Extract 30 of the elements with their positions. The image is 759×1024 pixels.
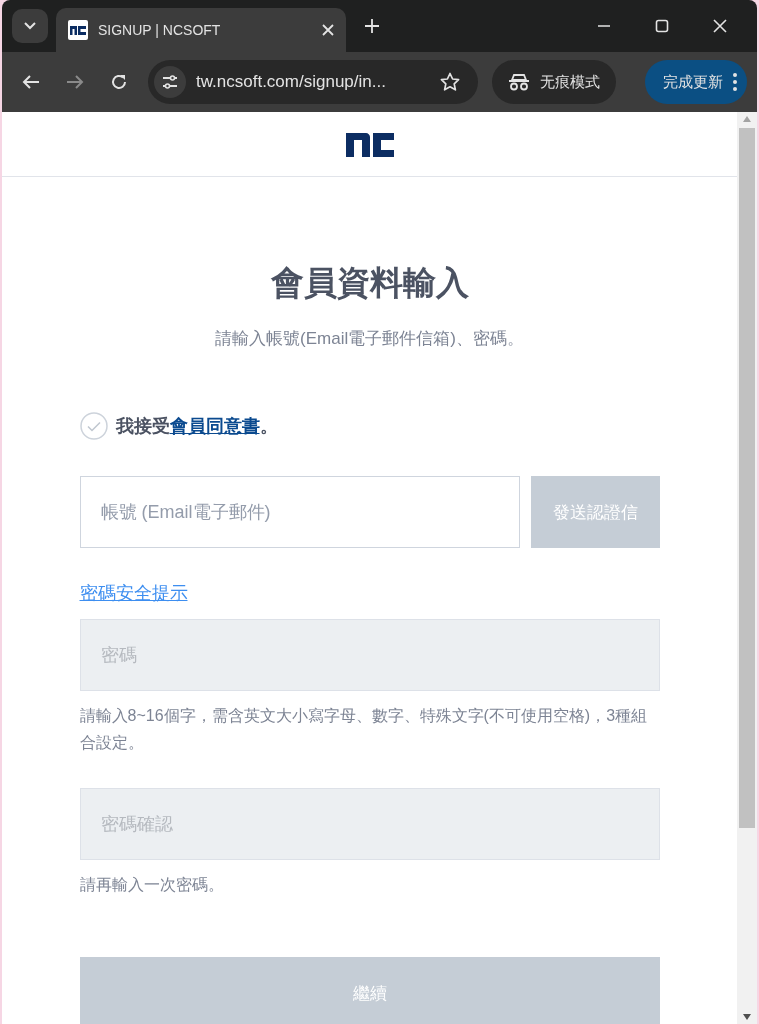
back-arrow-icon[interactable] [22, 74, 40, 90]
incognito-chip[interactable]: 无痕模式 [492, 60, 616, 104]
address-bar[interactable]: tw.ncsoft.com/signup/in... [148, 60, 478, 104]
incognito-icon [508, 73, 530, 91]
star-icon[interactable] [440, 72, 460, 92]
agreement-link[interactable]: 會員同意書 [169, 416, 260, 436]
new-tab-icon[interactable] [364, 18, 380, 34]
input-field[interactable]: 帳號 (Email電子郵件) [79, 476, 520, 548]
reload-icon[interactable] [110, 73, 128, 91]
site-settings-icon[interactable] [154, 66, 186, 98]
password-help-text: 請輸入8~16個字，需含英文大小寫字母、數字、特殊文字(不可使用空格)，3種組合設定。 [79, 706, 649, 753]
agreement-text: 我接受會員同意書。 [115, 415, 278, 438]
scrollbar[interactable] [737, 112, 757, 1024]
scrollbar-thumb[interactable] [739, 128, 755, 828]
page-subtitle: 請輸入帳號(Email電子郵件信箱)、密碼。 [214, 328, 525, 350]
browser-tab[interactable]: SIGNUP | NCSOFT [56, 8, 346, 52]
scroll-down-icon[interactable] [743, 1014, 751, 1020]
close-icon[interactable] [322, 24, 334, 36]
tab-search-button[interactable] [12, 9, 48, 43]
update-button[interactable]: 完成更新 [645, 60, 747, 104]
checkbox[interactable] [79, 412, 108, 440]
more-icon[interactable] [733, 73, 737, 91]
logo[interactable] [345, 130, 394, 158]
site-logo-icon [68, 20, 88, 40]
chevron-down-icon [24, 22, 36, 30]
page-title: 會員資料輸入 [269, 263, 470, 303]
tab-title: SIGNUP | NCSOFT [98, 22, 222, 38]
forward-arrow-icon[interactable] [66, 74, 84, 90]
confirm-help-text: 請再輸入一次密碼。 [79, 875, 225, 895]
url-text: tw.ncsoft.com/signup/in... [196, 72, 387, 92]
